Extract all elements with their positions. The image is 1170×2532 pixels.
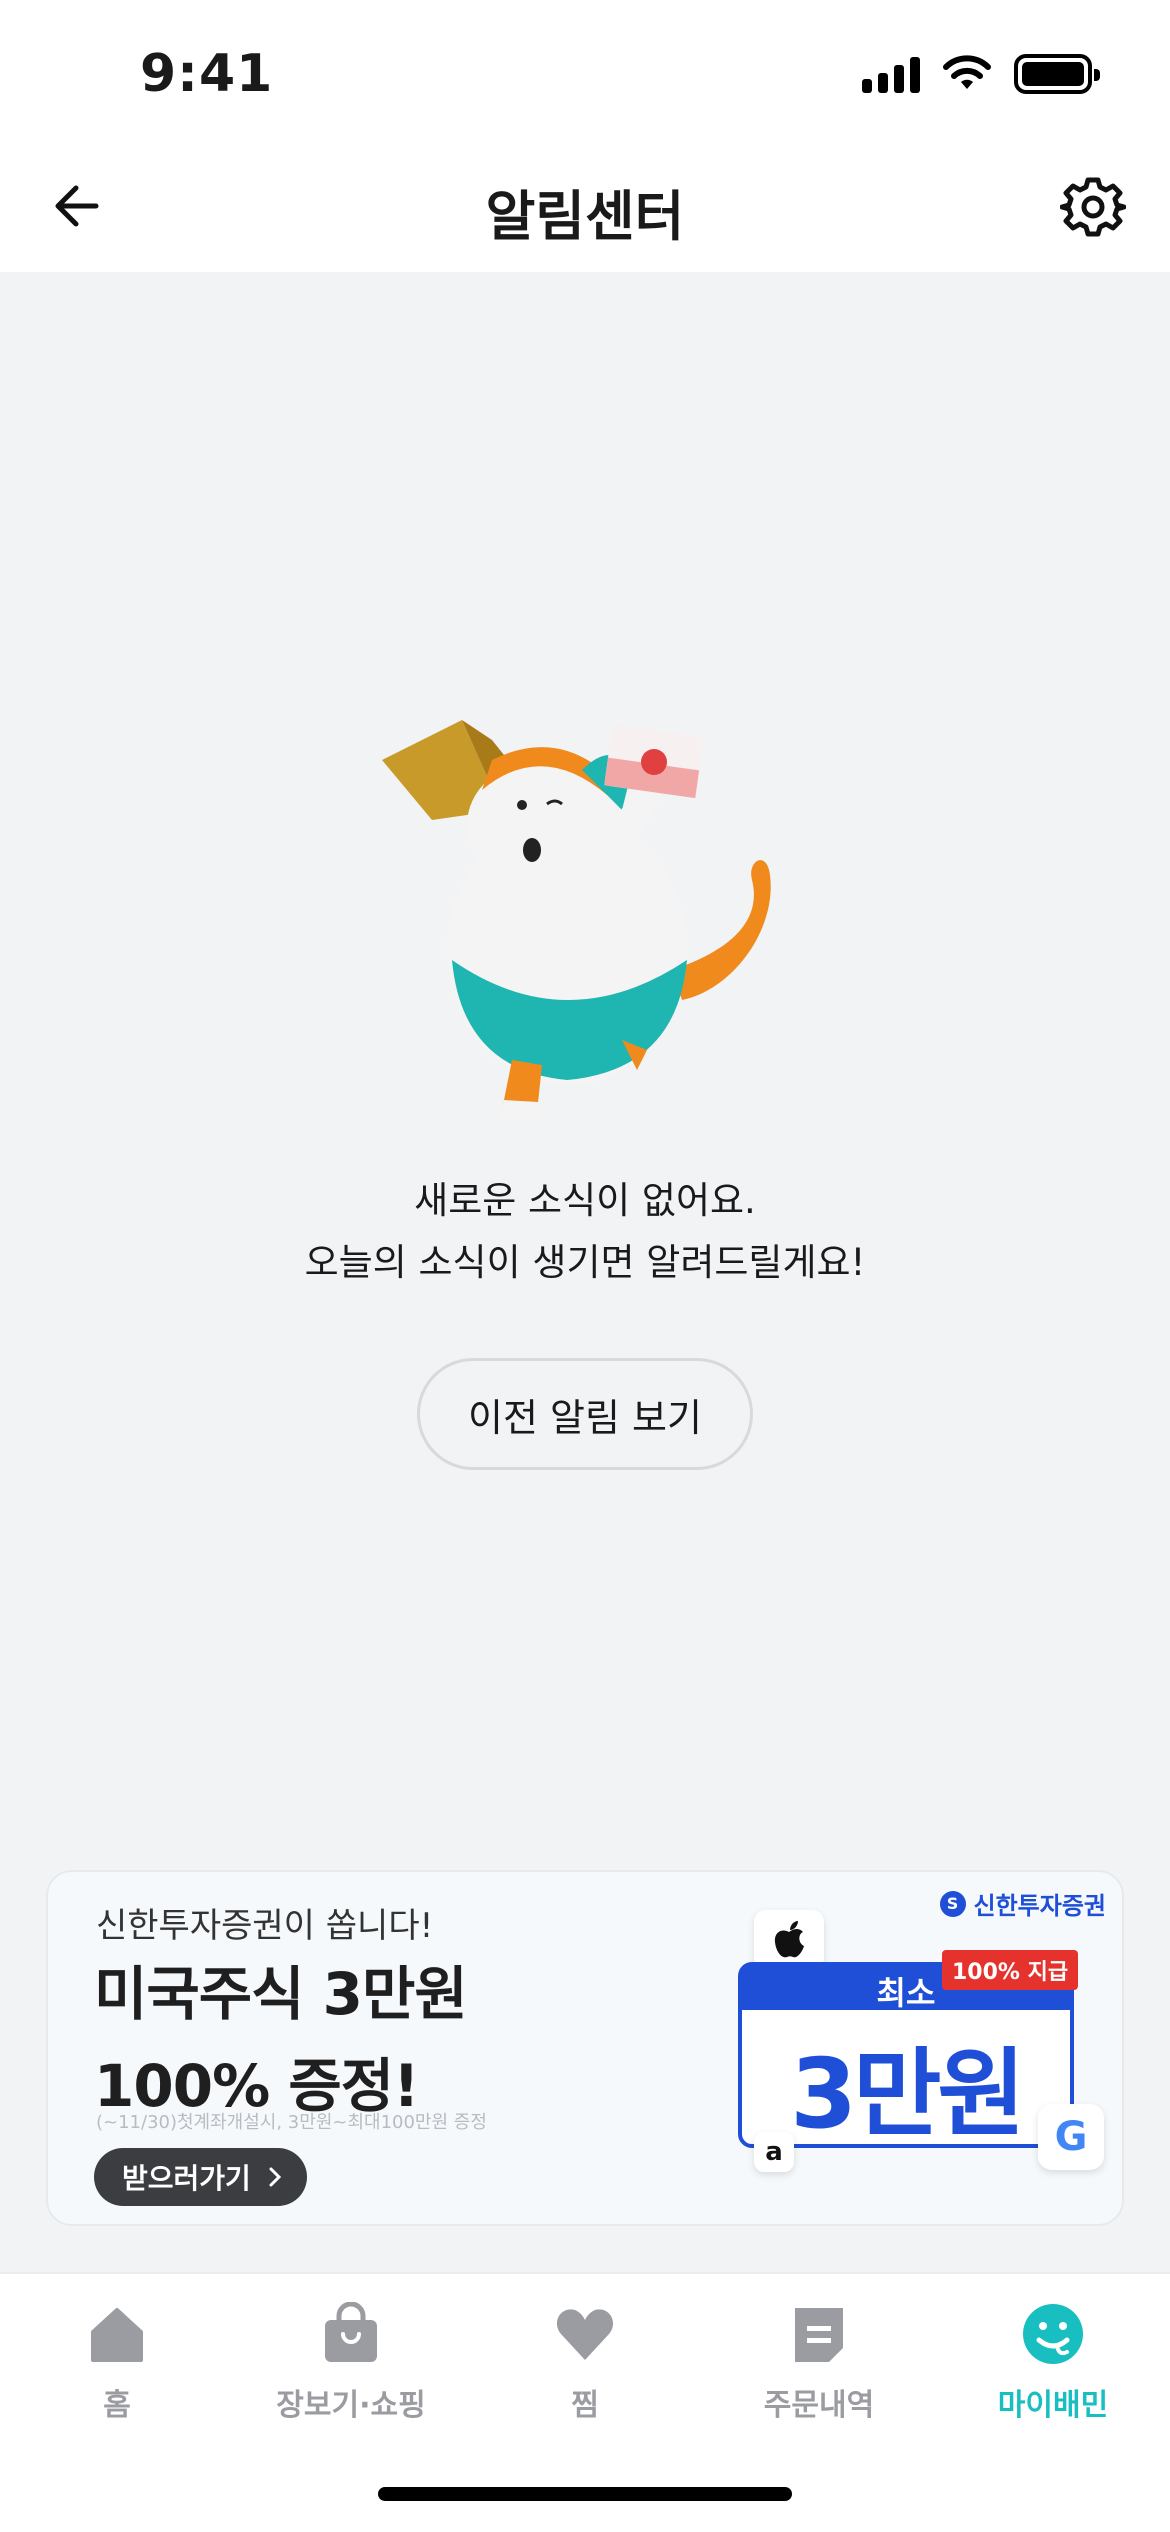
ad-headline: 미국주식 3만원 100% 증정! [94, 1948, 468, 2132]
google-logo-icon: G [1038, 2104, 1104, 2170]
top-bar: 9:41 알림센터 [0, 0, 1170, 272]
status-icons [862, 54, 1100, 94]
cat-mascot-illustration [382, 720, 771, 1118]
page-title: 알림센터 [485, 185, 685, 248]
ad-cta-button[interactable]: 받으러가기 [94, 2148, 307, 2206]
ad-brand-name: 신한투자증권 [973, 1892, 1106, 1920]
battery-icon [1014, 54, 1100, 94]
ad-brand: S 신한투자증권 [939, 1886, 1106, 1921]
tab-my-baemin[interactable]: 마이배민 [936, 2302, 1170, 2462]
shinhan-logo-icon: S [939, 1890, 966, 1917]
settings-gear-icon[interactable] [1060, 174, 1126, 240]
tab-favorites[interactable]: 찜 [468, 2302, 702, 2462]
tab-home[interactable]: 홈 [0, 2302, 234, 2462]
tab-label: 홈 [103, 2388, 131, 2423]
status-time: 9:41 [140, 44, 274, 104]
tab-label: 마이배민 [997, 2388, 1109, 2423]
empty-state-line-2: 오늘의 소식이 생기면 알려드릴게요! [304, 1241, 866, 1284]
tab-shopping[interactable]: 장보기·쇼핑 [234, 2302, 468, 2462]
tab-label: 장보기·쇼핑 [276, 2388, 426, 2423]
chevron-right-icon [269, 2167, 281, 2187]
cellular-signal-icon [862, 55, 920, 93]
home-indicator [378, 2487, 792, 2501]
ad-headline-line-1: 미국주식 3만원 [94, 1960, 468, 2028]
wifi-icon [943, 55, 991, 89]
empty-state-message: 새로운 소식이 없어요. 오늘의 소식이 생기면 알려드릴게요! [0, 1170, 1170, 1294]
amazon-logo-icon: a [754, 2132, 794, 2172]
ad-fine-print: (~11/30)첫계좌개설시, 3만원~최대100만원 증정 [96, 2112, 487, 2133]
shopping-bag-icon [325, 2302, 377, 2362]
tab-orders[interactable]: 주문내역 [702, 2302, 936, 2462]
receipt-icon [795, 2308, 843, 2362]
ad-badge: 100% 지급 [942, 1950, 1079, 1990]
apple-logo-icon [754, 1910, 824, 1970]
heart-icon [556, 2309, 614, 2360]
smile-icon [1023, 2304, 1083, 2364]
ad-cta-label: 받으러가기 [122, 2162, 251, 2195]
tab-label: 주문내역 [763, 2388, 875, 2423]
ad-subtitle: 신한투자증권이 쏩니다! [96, 1906, 434, 1946]
tab-label: 찜 [571, 2388, 599, 2423]
home-icon [91, 2308, 143, 2362]
screen: 9:41 알림센터 새로운 소식이 없어요. 오늘의 소식이 생기면 알려드릴게… [0, 0, 1170, 2532]
ad-banner[interactable]: 신한투자증권이 쏩니다! 미국주식 3만원 100% 증정! (~11/30)첫… [46, 1870, 1124, 2226]
empty-state-line-1: 새로운 소식이 없어요. [414, 1179, 756, 1222]
view-previous-notifications-button[interactable]: 이전 알림 보기 [417, 1358, 753, 1470]
